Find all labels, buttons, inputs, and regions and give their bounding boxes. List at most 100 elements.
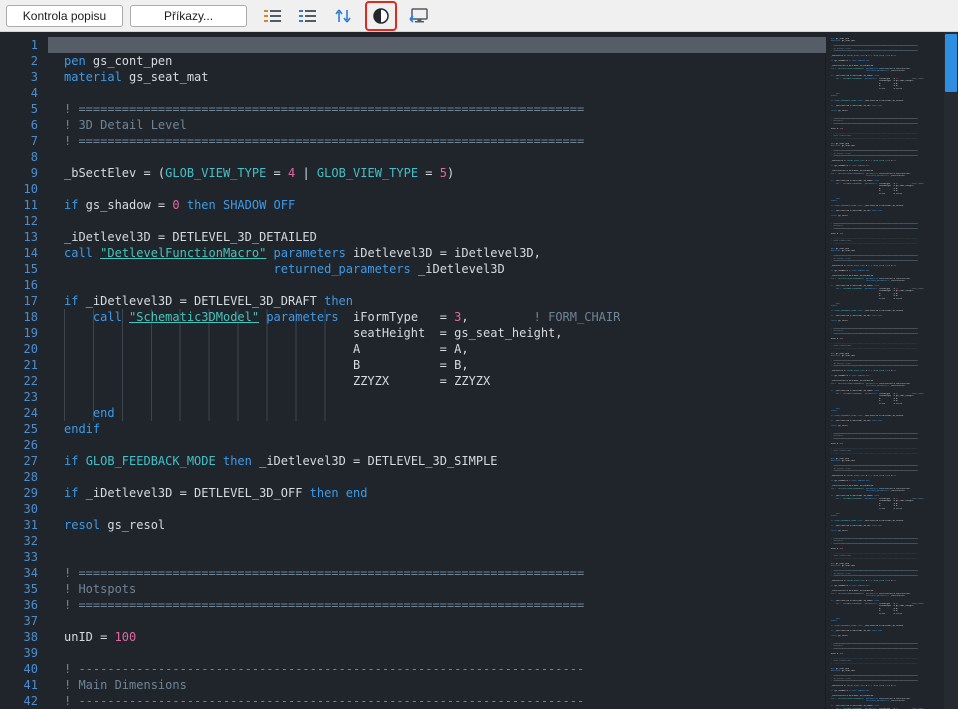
- annotation-list-button[interactable]: [260, 4, 286, 28]
- code-line[interactable]: 4: [0, 85, 826, 101]
- line-number: 24: [0, 405, 48, 421]
- code-line[interactable]: 9_bSectElev = (GLOB_VIEW_TYPE = 4 | GLOB…: [0, 165, 826, 181]
- code-area[interactable]: 12pen gs_cont_pen3material gs_seat_mat45…: [0, 32, 826, 709]
- parameter-transfer-button[interactable]: [330, 4, 356, 28]
- code-line[interactable]: 33: [0, 549, 826, 565]
- code-line[interactable]: 27if GLOB_FEEDBACK_MODE then _iDetlevel3…: [0, 453, 826, 469]
- highlight-frame: [365, 1, 397, 31]
- toolbar: Kontrola popisu Příkazy...: [0, 0, 958, 32]
- minimap[interactable]: pen gs_cont_penmaterial gs_seat_mat! ===…: [825, 32, 944, 709]
- line-number: 33: [0, 549, 48, 565]
- line-number: 3: [0, 69, 48, 85]
- code-line[interactable]: 28: [0, 469, 826, 485]
- code-line[interactable]: 12: [0, 213, 826, 229]
- code-line[interactable]: 32: [0, 533, 826, 549]
- line-number: 42: [0, 693, 48, 709]
- code-line[interactable]: 36! ====================================…: [0, 597, 826, 613]
- code-line[interactable]: 20 A = A,: [0, 341, 826, 357]
- line-number: 19: [0, 325, 48, 341]
- line-number: 26: [0, 437, 48, 453]
- line-number: 10: [0, 181, 48, 197]
- code-line[interactable]: 34! ====================================…: [0, 565, 826, 581]
- line-number: 25: [0, 421, 48, 437]
- code-line[interactable]: 31resol gs_resol: [0, 517, 826, 533]
- code-line[interactable]: 19 seatHeight = gs_seat_height,: [0, 325, 826, 341]
- code-line[interactable]: 24 end: [0, 405, 826, 421]
- parameter-transfer-icon: [333, 7, 353, 25]
- line-number: 18: [0, 309, 48, 325]
- code-line[interactable]: 40! ------------------------------------…: [0, 661, 826, 677]
- line-number: 27: [0, 453, 48, 469]
- code-line[interactable]: 15 returned_parameters _iDetlevel3D: [0, 261, 826, 277]
- screen-sync-icon: [408, 7, 430, 25]
- code-line[interactable]: 30: [0, 501, 826, 517]
- line-number: 22: [0, 373, 48, 389]
- line-number: 15: [0, 261, 48, 277]
- line-number: 14: [0, 245, 48, 261]
- line-number: 20: [0, 341, 48, 357]
- code-line[interactable]: 7! =====================================…: [0, 133, 826, 149]
- code-line[interactable]: 22 ZZYZX = ZZYZX: [0, 373, 826, 389]
- line-number: 11: [0, 197, 48, 213]
- code-line[interactable]: 2pen gs_cont_pen: [0, 53, 826, 69]
- code-line[interactable]: 23: [0, 389, 826, 405]
- code-line[interactable]: 17if _iDetlevel3D = DETLEVEL_3D_DRAFT th…: [0, 293, 826, 309]
- line-number: 35: [0, 581, 48, 597]
- contrast-icon: [372, 7, 390, 25]
- code-line[interactable]: 25endif: [0, 421, 826, 437]
- ordered-list-icon: [298, 7, 318, 25]
- code-line[interactable]: 1: [0, 37, 826, 53]
- screen-sync-button[interactable]: [406, 4, 432, 28]
- code-line[interactable]: 3material gs_seat_mat: [0, 69, 826, 85]
- code-lines: 12pen gs_cont_pen3material gs_seat_mat45…: [0, 37, 826, 709]
- line-number: 29: [0, 485, 48, 501]
- line-number: 31: [0, 517, 48, 533]
- ordered-list-button[interactable]: [295, 4, 321, 28]
- code-line[interactable]: 39: [0, 645, 826, 661]
- line-number: 2: [0, 53, 48, 69]
- line-number: 6: [0, 117, 48, 133]
- commands-button[interactable]: Příkazy...: [130, 5, 247, 27]
- code-line[interactable]: 41! Main Dimensions: [0, 677, 826, 693]
- code-line[interactable]: 5! =====================================…: [0, 101, 826, 117]
- line-number: 30: [0, 501, 48, 517]
- code-line[interactable]: 11if gs_shadow = 0 then SHADOW OFF: [0, 197, 826, 213]
- code-line[interactable]: 8: [0, 149, 826, 165]
- scrollbar-thumb[interactable]: [945, 34, 957, 92]
- check-description-button[interactable]: Kontrola popisu: [6, 5, 123, 27]
- vertical-scrollbar[interactable]: [944, 32, 958, 709]
- code-line[interactable]: 37: [0, 613, 826, 629]
- code-line[interactable]: 38unID = 100: [0, 629, 826, 645]
- contrast-toggle-button[interactable]: [368, 4, 394, 28]
- line-number: 23: [0, 389, 48, 405]
- line-number: 34: [0, 565, 48, 581]
- code-line[interactable]: 18 call "Schematic3DModel" parameters iF…: [0, 309, 826, 325]
- code-line[interactable]: 29if _iDetlevel3D = DETLEVEL_3D_OFF then…: [0, 485, 826, 501]
- line-number: 8: [0, 149, 48, 165]
- code-line[interactable]: 21 B = B,: [0, 357, 826, 373]
- code-line[interactable]: 26: [0, 437, 826, 453]
- line-number: 12: [0, 213, 48, 229]
- line-number: 32: [0, 533, 48, 549]
- code-line[interactable]: 6! 3D Detail Level: [0, 117, 826, 133]
- line-number: 38: [0, 629, 48, 645]
- line-number: 36: [0, 597, 48, 613]
- line-number: 13: [0, 229, 48, 245]
- code-line[interactable]: 13_iDetlevel3D = DETLEVEL_3D_DETAILED: [0, 229, 826, 245]
- code-line[interactable]: 42! ------------------------------------…: [0, 693, 826, 709]
- line-number: 17: [0, 293, 48, 309]
- minimap-content: pen gs_cont_penmaterial gs_seat_mat! ===…: [826, 32, 944, 709]
- line-number: 41: [0, 677, 48, 693]
- code-line[interactable]: 14call "DetlevelFunctionMacro" parameter…: [0, 245, 826, 261]
- line-number: 1: [0, 37, 48, 53]
- code-line[interactable]: 35! Hotspots: [0, 581, 826, 597]
- code-editor[interactable]: 12pen gs_cont_pen3material gs_seat_mat45…: [0, 32, 958, 709]
- line-number: 7: [0, 133, 48, 149]
- line-number: 5: [0, 101, 48, 117]
- code-line[interactable]: 16: [0, 277, 826, 293]
- line-number: 9: [0, 165, 48, 181]
- code-line[interactable]: 10: [0, 181, 826, 197]
- line-number: 28: [0, 469, 48, 485]
- line-number: 40: [0, 661, 48, 677]
- line-number: 37: [0, 613, 48, 629]
